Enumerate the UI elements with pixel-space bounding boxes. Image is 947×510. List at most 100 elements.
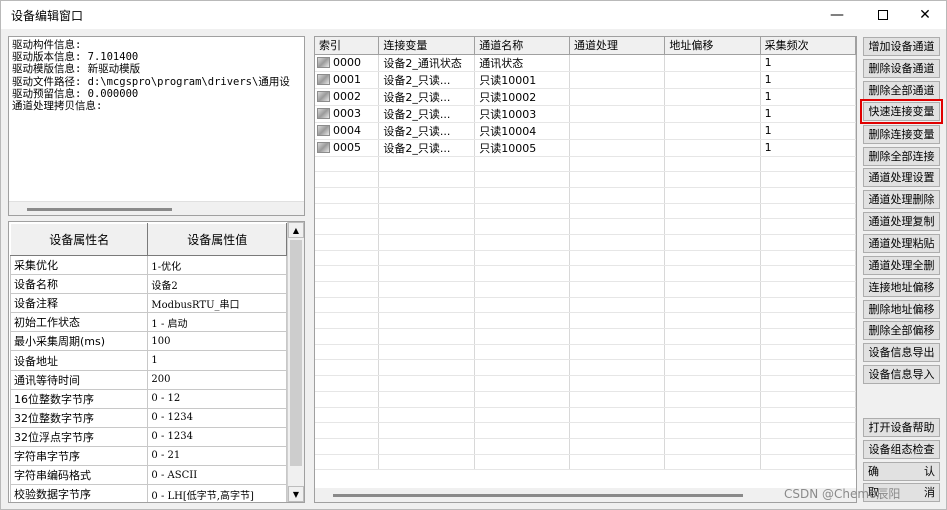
- property-row[interactable]: 校验数据字节序 0 - LH[低字节,高字节]: [9, 484, 287, 502]
- property-row[interactable]: 32位整数字节序 0 - 1234: [9, 407, 287, 428]
- minimize-button[interactable]: —: [814, 1, 860, 29]
- channel-row-empty[interactable]: [315, 250, 856, 267]
- property-row[interactable]: 通讯等待时间 200: [9, 369, 287, 390]
- channel-row-empty[interactable]: [315, 375, 856, 392]
- close-icon: ✕: [919, 7, 931, 23]
- maximize-button[interactable]: [860, 1, 906, 29]
- channel-column-header[interactable]: 连接变量: [378, 37, 476, 55]
- property-value[interactable]: 100: [147, 331, 287, 352]
- channel-row-empty[interactable]: [315, 187, 856, 204]
- delete-all-channels-button[interactable]: 删除全部通道: [863, 81, 940, 100]
- channel-row-empty[interactable]: [315, 344, 856, 361]
- channel-cell: [569, 250, 666, 267]
- channel-cell: [378, 297, 476, 314]
- property-value[interactable]: 0 - LH[低字节,高字节]: [147, 484, 287, 502]
- channel-row[interactable]: 0003 设备2_只读... 只读10003 1: [315, 105, 856, 123]
- channel-row[interactable]: 0002 设备2_只读... 只读10002 1: [315, 88, 856, 106]
- channel-cell: [474, 171, 571, 188]
- channel-row-empty[interactable]: [315, 328, 856, 345]
- channel-row-empty[interactable]: [315, 312, 856, 330]
- connect-address-offset-button[interactable]: 连接地址偏移: [863, 278, 940, 297]
- property-row[interactable]: 设备名称 设备2: [9, 274, 287, 295]
- channel-row-empty[interactable]: [315, 297, 856, 314]
- driver-info-hscrollbar[interactable]: [9, 201, 304, 215]
- channel-cell: [569, 156, 666, 173]
- property-row[interactable]: 设备地址 1: [9, 350, 287, 371]
- properties-vscrollbar[interactable]: ▲ ▼: [287, 222, 304, 502]
- channel-row-empty[interactable]: [315, 234, 856, 251]
- channel-row-empty[interactable]: [315, 438, 856, 455]
- property-row[interactable]: 字符串字节序 0 - 21: [9, 445, 287, 467]
- scroll-thumb[interactable]: [333, 494, 743, 497]
- close-button[interactable]: ✕: [902, 1, 947, 29]
- channel-cell: [315, 375, 380, 392]
- export-device-info-button[interactable]: 设备信息导出: [863, 343, 940, 362]
- channel-row-empty[interactable]: [315, 407, 856, 424]
- property-row[interactable]: 初始工作状态 1 - 启动: [9, 312, 287, 333]
- scroll-thumb[interactable]: [290, 240, 302, 466]
- channel-row-empty[interactable]: [315, 218, 856, 235]
- property-row[interactable]: 最小采集周期(ms) 100: [9, 331, 287, 352]
- property-row[interactable]: 字符串编码格式 0 - ASCII: [9, 465, 287, 486]
- add-channel-button[interactable]: 增加设备通道: [863, 37, 940, 56]
- channel-row-empty[interactable]: [315, 454, 856, 471]
- property-value[interactable]: 1: [147, 350, 287, 371]
- property-value[interactable]: 设备2: [147, 274, 287, 295]
- scroll-down-icon[interactable]: ▼: [288, 486, 304, 502]
- delete-address-offset-button[interactable]: 删除地址偏移: [863, 300, 940, 319]
- channel-row-icon: [317, 125, 330, 136]
- delete-connect-variable-button[interactable]: 删除连接变量: [863, 125, 940, 144]
- channel-process-delete-button[interactable]: 通道处理删除: [863, 190, 940, 209]
- open-device-help-button[interactable]: 打开设备帮助: [863, 418, 940, 437]
- property-value[interactable]: 1 - 启动: [147, 312, 287, 333]
- import-device-info-button[interactable]: 设备信息导入: [863, 365, 940, 384]
- channel-column-header[interactable]: 通道名称: [474, 37, 571, 55]
- delete-channel-button[interactable]: 删除设备通道: [863, 59, 940, 78]
- device-config-check-button[interactable]: 设备组态检查: [863, 440, 940, 459]
- channel-cell: [378, 454, 476, 471]
- channel-row-empty[interactable]: [315, 265, 856, 282]
- scroll-up-icon[interactable]: ▲: [288, 222, 304, 238]
- property-value[interactable]: 0 - 21: [147, 445, 287, 467]
- delete-all-connect-button[interactable]: 删除全部连接: [863, 147, 940, 166]
- channel-row[interactable]: 0001 设备2_只读... 只读10001 1: [315, 71, 856, 89]
- channel-cell: [760, 156, 856, 173]
- property-row[interactable]: 采集优化 1-优化: [9, 254, 287, 276]
- channel-process-setup-button[interactable]: 通道处理设置: [863, 168, 940, 187]
- channel-column-header[interactable]: 通道处理: [569, 37, 666, 55]
- confirm-button[interactable]: 确 认: [863, 462, 940, 481]
- channel-row[interactable]: 0004 设备2_只读... 只读10004 1: [315, 122, 856, 140]
- channel-row[interactable]: 0005 设备2_只读... 只读10005 1: [315, 139, 856, 157]
- driver-info-panel[interactable]: 驱动构件信息: 驱动版本信息: 7.101400 驱动模版信息: 新驱动模版 驱动文件…: [8, 36, 305, 216]
- channel-row-empty[interactable]: [315, 359, 856, 377]
- channel-row-empty[interactable]: [315, 281, 856, 298]
- channel-column-header[interactable]: 采集频次: [760, 37, 856, 55]
- channel-row-empty[interactable]: [315, 203, 856, 220]
- channel-row-empty[interactable]: [315, 391, 856, 408]
- channel-process-paste-button[interactable]: 通道处理粘贴: [863, 234, 940, 253]
- channel-hscrollbar[interactable]: [315, 488, 856, 502]
- property-value[interactable]: 200: [147, 369, 287, 390]
- property-value[interactable]: 1-优化: [147, 254, 287, 276]
- property-value[interactable]: 0 - 1234: [147, 407, 287, 428]
- channel-cell: [378, 187, 476, 204]
- property-row[interactable]: 32位浮点字节序 0 - 1234: [9, 426, 287, 447]
- property-value[interactable]: 0 - 1234: [147, 426, 287, 447]
- channel-column-header[interactable]: 索引: [315, 37, 380, 55]
- delete-all-offset-button[interactable]: 删除全部偏移: [863, 321, 940, 340]
- channel-column-header[interactable]: 地址偏移: [664, 37, 761, 55]
- property-row[interactable]: 设备注释 ModbusRTU_串口: [9, 293, 287, 314]
- property-value[interactable]: 0 - ASCII: [147, 465, 287, 486]
- property-value[interactable]: ModbusRTU_串口: [147, 293, 287, 314]
- channel-process-copy-button[interactable]: 通道处理复制: [863, 212, 940, 231]
- property-value[interactable]: 0 - 12: [147, 388, 287, 409]
- channel-row-empty[interactable]: [315, 422, 856, 439]
- scroll-thumb[interactable]: [27, 208, 172, 211]
- channel-process-delete-all-button[interactable]: 通道处理全删: [863, 256, 940, 275]
- quick-connect-variable-button[interactable]: 快速连接变量: [860, 99, 943, 124]
- channel-row-empty[interactable]: [315, 171, 856, 188]
- channel-row-empty[interactable]: [315, 156, 856, 173]
- channel-index: 0005: [333, 141, 361, 154]
- channel-row[interactable]: 0000 设备2_通讯状态 通讯状态 1: [315, 54, 856, 72]
- property-row[interactable]: 16位整数字节序 0 - 12: [9, 388, 287, 409]
